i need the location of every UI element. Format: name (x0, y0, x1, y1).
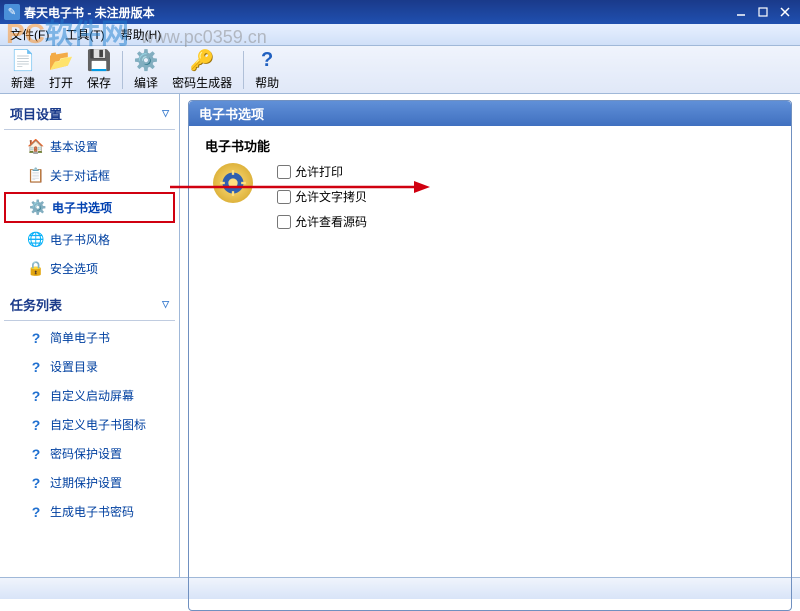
question-icon: ? (28, 446, 44, 462)
check-allow-copy-text[interactable]: 允许文字拷贝 (277, 188, 367, 205)
separator (4, 129, 175, 130)
toolbar-compile-button[interactable]: ⚙️ 编译 (127, 46, 165, 94)
home-icon: 🏠 (28, 139, 44, 155)
new-icon: 📄 (11, 49, 35, 73)
toolbar-new-button[interactable]: 📄 新建 (4, 46, 42, 94)
help-icon: ? (255, 49, 279, 73)
toolbar-open-button[interactable]: 📂 打开 (42, 46, 80, 94)
sidebar-item-ebook-style[interactable]: 🌐 电子书风格 (4, 227, 175, 252)
window-titlebar: ✎ 春天电子书 - 未注册版本 (0, 0, 800, 24)
sidebar-section-tasks: 任务列表 ▽ (4, 291, 175, 318)
gear-badge-icon (213, 163, 253, 203)
toolbar-help-button[interactable]: ? 帮助 (248, 46, 286, 94)
check-allow-print-input[interactable] (277, 165, 291, 179)
sidebar-task-expire-protect[interactable]: ? 过期保护设置 (4, 470, 175, 495)
key-icon: 🔑 (190, 49, 214, 73)
check-allow-print[interactable]: 允许打印 (277, 163, 367, 180)
sidebar-item-ebook-options[interactable]: ⚙️ 电子书选项 (4, 192, 175, 223)
toolbar-pwdgen-button[interactable]: 🔑 密码生成器 (165, 46, 239, 94)
sidebar-task-password-protect[interactable]: ? 密码保护设置 (4, 441, 175, 466)
app-icon: ✎ (4, 4, 20, 20)
question-icon: ? (28, 504, 44, 520)
sidebar-task-set-toc[interactable]: ? 设置目录 (4, 354, 175, 379)
chevron-down-icon[interactable]: ▽ (162, 299, 169, 310)
features-subtitle: 电子书功能 (205, 136, 775, 155)
compile-icon: ⚙️ (134, 49, 158, 73)
toolbar: 📄 新建 📂 打开 💾 保存 ⚙️ 编译 🔑 密码生成器 ? 帮助 (0, 46, 800, 94)
check-allow-view-source[interactable]: 允许查看源码 (277, 213, 367, 230)
content-panel: 电子书选项 电子书功能 允许打印 允许文字拷贝 (180, 94, 800, 577)
menu-file[interactable]: 文件(F) (2, 24, 57, 45)
sidebar-task-custom-splash[interactable]: ? 自定义启动屏幕 (4, 383, 175, 408)
toolbar-separator (122, 51, 123, 89)
question-icon: ? (28, 359, 44, 375)
maximize-button[interactable] (752, 3, 774, 21)
close-button[interactable] (774, 3, 796, 21)
toolbar-separator (243, 51, 244, 89)
globe-icon: 🌐 (28, 232, 44, 248)
main-area: 项目设置 ▽ 🏠 基本设置 📋 关于对话框 ⚙️ 电子书选项 🌐 电子书风格 🔒… (0, 94, 800, 577)
sidebar: 项目设置 ▽ 🏠 基本设置 📋 关于对话框 ⚙️ 电子书选项 🌐 电子书风格 🔒… (0, 94, 180, 577)
check-allow-copy-text-input[interactable] (277, 190, 291, 204)
question-icon: ? (28, 388, 44, 404)
menubar: 文件(F) 工具(T) 帮助(H) (0, 24, 800, 46)
menu-tools[interactable]: 工具(T) (57, 24, 112, 45)
menu-help[interactable]: 帮助(H) (113, 24, 170, 45)
sidebar-item-security-options[interactable]: 🔒 安全选项 (4, 256, 175, 281)
check-allow-view-source-input[interactable] (277, 215, 291, 229)
minimize-button[interactable] (730, 3, 752, 21)
window-title: 春天电子书 - 未注册版本 (24, 4, 730, 21)
sidebar-task-gen-password[interactable]: ? 生成电子书密码 (4, 499, 175, 524)
sidebar-item-about-dialog[interactable]: 📋 关于对话框 (4, 163, 175, 188)
ebook-options-group: 电子书选项 电子书功能 允许打印 允许文字拷贝 (188, 100, 792, 611)
sidebar-section-project: 项目设置 ▽ (4, 100, 175, 127)
gear-icon: ⚙️ (30, 200, 46, 216)
panel-title: 电子书选项 (189, 101, 791, 126)
sidebar-item-basic-settings[interactable]: 🏠 基本设置 (4, 134, 175, 159)
lock-icon: 🔒 (28, 261, 44, 277)
chevron-down-icon[interactable]: ▽ (162, 108, 169, 119)
separator (4, 320, 175, 321)
question-icon: ? (28, 330, 44, 346)
about-icon: 📋 (28, 168, 44, 184)
toolbar-save-button[interactable]: 💾 保存 (80, 46, 118, 94)
question-icon: ? (28, 475, 44, 491)
save-icon: 💾 (87, 49, 111, 73)
sidebar-task-custom-icon[interactable]: ? 自定义电子书图标 (4, 412, 175, 437)
open-icon: 📂 (49, 49, 73, 73)
question-icon: ? (28, 417, 44, 433)
sidebar-task-simple-ebook[interactable]: ? 简单电子书 (4, 325, 175, 350)
